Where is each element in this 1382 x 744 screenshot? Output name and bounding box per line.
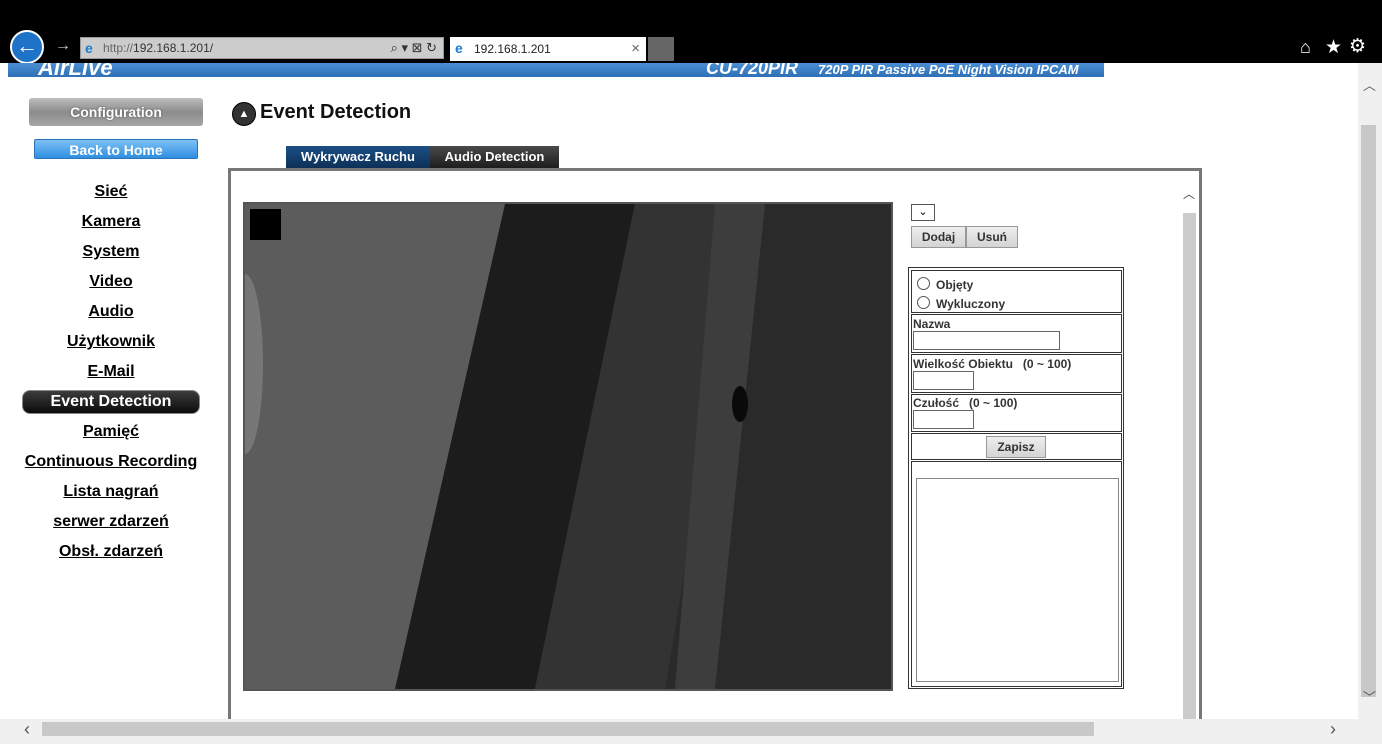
browser-tab[interactable]: e 192.168.1.201 × [450,37,646,61]
back-to-home-button[interactable]: Back to Home [34,139,198,159]
tab-title: 192.168.1.201 [474,42,551,56]
page-title: Event Detection [260,101,412,123]
back-arrow-icon[interactable]: ← [10,30,44,64]
panel-scrollbar[interactable]: ︿ [1182,177,1197,722]
chevron-up-icon[interactable]: ︿ [1363,75,1376,94]
radio-excluded-label: Wykluczony [936,297,1006,311]
radio-included-label: Objęty [936,278,974,292]
chevron-right-icon[interactable]: › [1330,719,1336,740]
delete-button[interactable]: Usuń [966,226,1018,248]
chevron-up-icon[interactable]: ︿ [1183,185,1195,202]
address-tools[interactable]: ⌕ ▾ ⊠ ↻ [391,40,437,56]
favorites-star-icon[interactable]: ★ [1325,36,1342,59]
model-name: CU-720PIR [706,63,799,77]
sidebar-item[interactable]: System [8,240,214,264]
region-list[interactable] [916,478,1119,682]
sidebar-item[interactable]: Event Detection [22,390,200,414]
sidebar-item[interactable]: Obsł. zdarzeń [8,540,214,564]
region-select[interactable]: ⌄ [911,204,935,221]
sidebar-item[interactable]: Sieć [8,180,214,204]
model-description: 720P PIR Passive PoE Night Vision IPCAM [818,63,1079,77]
page-horizontal-scrollbar[interactable]: ‹ › [0,719,1382,744]
camera-video-feed[interactable] [243,202,893,691]
sensitivity-label: Czułość (0 ~ 100) [913,396,1018,410]
video-frame [245,204,891,689]
configuration-button[interactable]: Configuration [29,98,203,126]
horizontal-scrollbar-thumb[interactable] [42,722,1094,736]
radio-included[interactable]: Objęty [917,277,973,292]
object-size-label: Wielkość Obiektu (0 ~ 100) [913,357,1072,371]
radio-excluded[interactable]: Wykluczony [917,296,1005,311]
ie-logo-icon: e [85,40,93,56]
gear-icon[interactable]: ⚙ [1349,35,1366,58]
object-size-input[interactable] [913,371,974,390]
brand-logo: AirLive [38,63,113,77]
motion-region-marker[interactable] [250,209,281,240]
sidebar-item[interactable]: Audio [8,300,214,324]
tab-audio-detection[interactable]: Audio Detection [430,146,559,168]
page-vertical-scrollbar[interactable]: ︿ ﹀ [1358,63,1382,719]
add-button[interactable]: Dodaj [911,226,966,248]
new-tab-button[interactable] [648,37,674,61]
header-banner: AirLive CU-720PIR 720P PIR Passive PoE N… [8,63,1104,77]
sidebar-item[interactable]: Continuous Recording [8,450,214,474]
vertical-scrollbar-thumb[interactable] [1361,125,1376,697]
chevron-left-icon[interactable]: ‹ [24,719,30,740]
tab-motion-detection[interactable]: Wykrywacz Ruchu [286,146,430,168]
address-bar[interactable]: e http://192.168.1.201/ ⌕ ▾ ⊠ ↻ [80,37,444,59]
name-label: Nazwa [913,317,951,331]
forward-arrow-icon[interactable]: → [55,37,71,55]
sidebar-item[interactable]: Kamera [8,210,214,234]
close-tab-icon[interactable]: × [631,40,640,57]
save-button[interactable]: Zapisz [986,436,1046,458]
sidebar-item[interactable]: E-Mail [8,360,214,384]
chevron-down-icon[interactable]: ﹀ [1363,687,1376,706]
event-detection-icon: ▲ [232,102,256,126]
radio-button[interactable] [917,296,930,309]
sidebar-item[interactable]: Pamięć [8,420,214,444]
radio-button[interactable] [917,277,930,290]
ie-logo-icon: e [455,40,463,56]
home-icon[interactable]: ⌂ [1300,37,1311,58]
url-text: http://192.168.1.201/ [103,41,214,55]
region-mode-cell: Objęty Wykluczony [911,270,1122,313]
sidebar-item[interactable]: Lista nagrań [8,480,214,504]
sidebar-item[interactable]: Video [8,270,214,294]
sensitivity-input[interactable] [913,410,974,429]
sidebar-item[interactable]: Użytkownik [8,330,214,354]
sidebar-item[interactable]: serwer zdarzeń [8,510,214,534]
name-input[interactable] [913,331,1060,350]
panel-scrollbar-thumb[interactable] [1183,213,1196,722]
